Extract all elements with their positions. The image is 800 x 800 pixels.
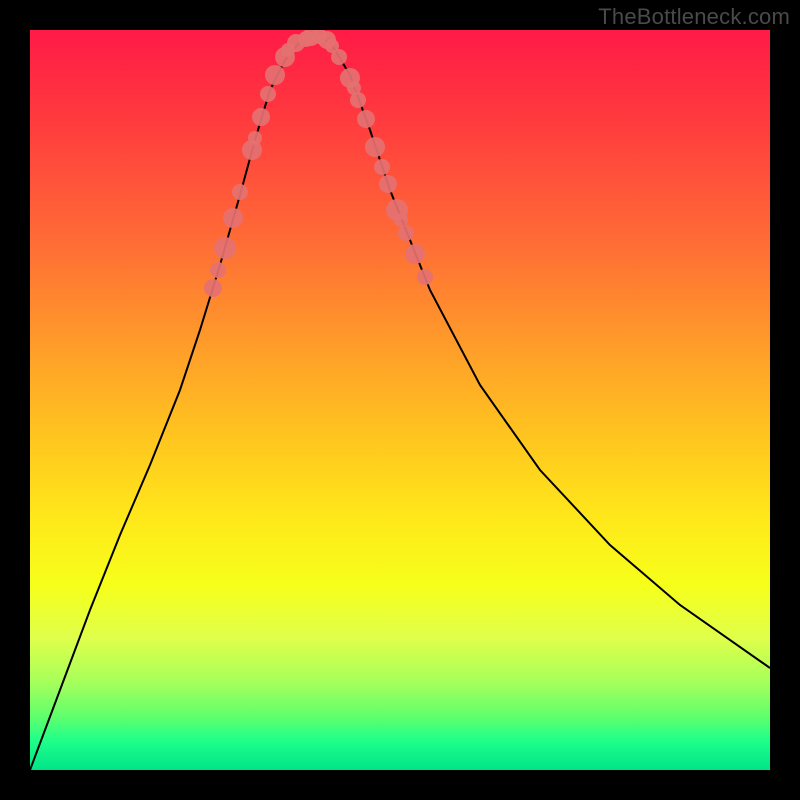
data-marker [374, 159, 390, 175]
data-marker [347, 81, 361, 95]
chart-stage: TheBottleneck.com [0, 0, 800, 800]
data-marker [398, 225, 414, 241]
data-marker [311, 30, 327, 44]
data-marker [365, 137, 385, 157]
data-marker [214, 237, 236, 259]
data-marker [302, 30, 320, 46]
data-marker [287, 34, 305, 52]
data-marker [252, 108, 270, 126]
data-marker [242, 140, 262, 160]
data-marker [325, 39, 339, 53]
plot-area [30, 30, 770, 770]
data-marker [223, 208, 243, 228]
data-marker [405, 244, 425, 264]
data-marker [232, 184, 248, 200]
bottleneck-curve [30, 30, 770, 770]
watermark-text: TheBottleneck.com [598, 4, 790, 30]
data-marker [265, 65, 285, 85]
data-marker [394, 213, 408, 227]
data-marker [379, 175, 397, 193]
data-marker [204, 279, 222, 297]
data-marker [248, 131, 262, 145]
data-marker [298, 31, 314, 47]
data-marker [281, 43, 295, 57]
data-marker [331, 49, 347, 65]
data-marker [260, 86, 276, 102]
data-marker [417, 269, 433, 285]
marker-layer [30, 30, 770, 770]
data-marker [386, 199, 408, 221]
curve-path [30, 35, 770, 770]
data-marker [357, 110, 375, 128]
data-marker [210, 262, 226, 278]
data-marker [318, 31, 336, 49]
data-marker [350, 92, 366, 108]
data-marker [340, 68, 360, 88]
data-marker [275, 47, 295, 67]
